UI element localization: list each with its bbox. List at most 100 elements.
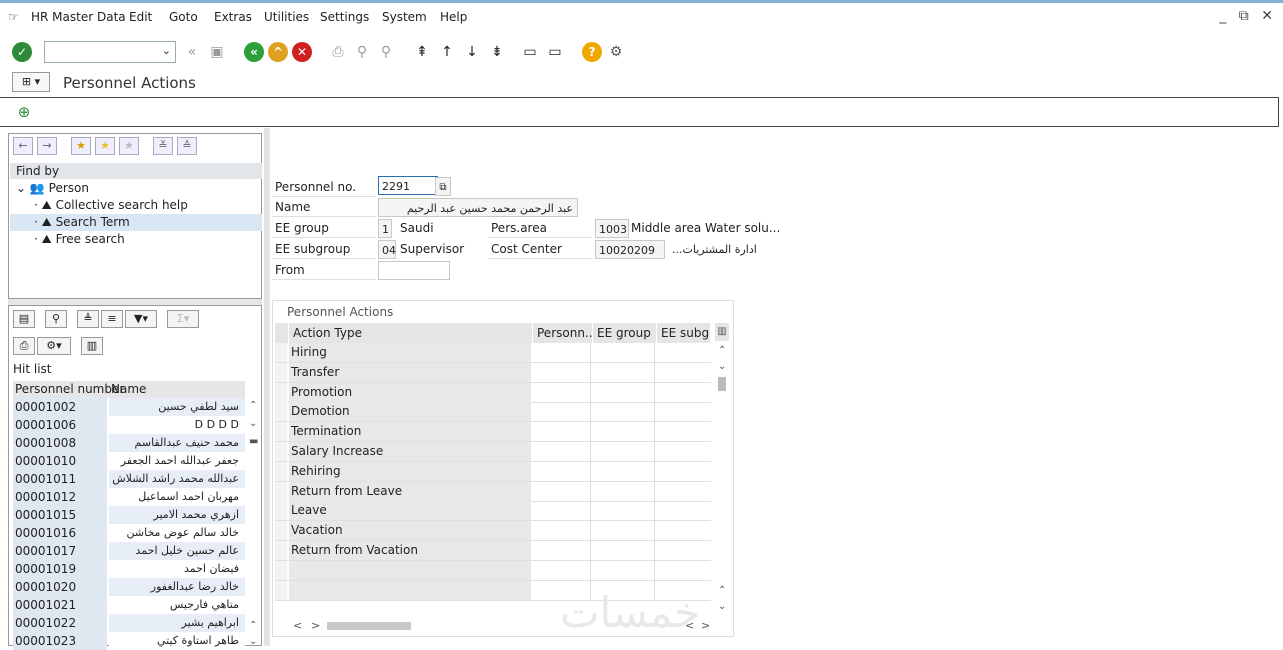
hit-list-scrollbar[interactable]: ⌃ ⌄ ▬ ⌃ ⌄ [247,398,261,648]
hit-list-row[interactable]: 00001017 عالم حسين خليل احمد [13,542,245,560]
hit-list-row[interactable]: 00001010 جعفر عبدالله احمد الجعفر [13,452,245,470]
personnel-no-input[interactable]: 2291 [378,176,438,195]
action-row[interactable]: Rehiring [275,461,711,482]
find-next-icon[interactable]: ⚲ [376,42,396,62]
ee-subgroup-cell[interactable] [657,482,711,501]
menu-help[interactable]: Help [440,10,467,24]
hit-list-row[interactable]: 00001011 عبدالله محمد راشد الشلاش [13,470,245,488]
action-row[interactable]: Hiring [275,343,711,363]
ee-subgroup-cell[interactable] [657,402,711,421]
personnel-cell[interactable] [533,461,591,481]
column-ee-subgroup[interactable]: EE subg... [657,323,711,343]
column-name[interactable]: Name [111,381,146,398]
personnel-cell[interactable] [533,521,591,541]
action-row[interactable]: Demotion [275,402,711,423]
personnel-cell[interactable] [533,560,591,580]
menu-hr-master-data[interactable]: HR Master Data [31,10,126,24]
gear-icon[interactable]: ⚙ [606,42,626,62]
column-personnel-number[interactable]: Personnel number [15,381,124,398]
hit-list-row[interactable]: 00001022 ابراهيم بشير [13,614,245,632]
tree-item-free-search[interactable]: · ⛰ Free search [10,231,262,248]
ee-group-cell[interactable] [593,382,655,402]
ee-subgroup-cell[interactable] [657,521,711,540]
hit-list-row[interactable]: 00001008 محمد حنيف عبدالقاسم [13,434,245,452]
scroll-right-icon[interactable]: > [311,619,320,632]
value-help-icon[interactable]: ⧉ [435,177,451,196]
row-selector[interactable] [275,560,287,580]
menu-system[interactable]: System [382,10,427,24]
row-selector[interactable] [275,521,287,541]
double-left-icon[interactable]: « [182,42,202,62]
hit-list-row[interactable]: 00001006 D D D D [13,416,245,434]
row-selector-header[interactable] [275,323,289,343]
find-icon[interactable]: ⚲ [45,310,67,328]
action-row[interactable] [275,560,711,581]
favorite-edit-icon[interactable]: ★ [119,137,139,155]
ee-subgroup-cell[interactable] [657,343,711,362]
sum-icon[interactable]: Σ▾ [167,310,199,328]
layout-icon[interactable]: ▥ [81,337,103,355]
ee-subgroup-cell[interactable] [657,501,711,520]
column-settings-icon[interactable]: ▥ [715,323,729,341]
favorite-icon[interactable]: ★ [95,137,115,155]
command-field[interactable]: ⌄ [44,41,176,63]
hit-list-row[interactable]: 00001016 خالد سالم عوض مخاشن [13,524,245,542]
save-icon[interactable]: ▣ [207,42,227,62]
ee-group-cell[interactable] [593,521,655,541]
row-selector[interactable] [275,362,287,382]
ee-group-cell[interactable] [593,541,655,560]
hit-list-row[interactable]: 00001023 طاهر استاوة كيتي [13,632,245,650]
personnel-cell[interactable] [533,402,591,422]
menu-settings[interactable]: Settings [320,10,369,24]
sort-ascending-icon[interactable]: ≜ [77,310,99,328]
personnel-cell[interactable] [533,442,591,461]
action-row[interactable]: Salary Increase [275,442,711,462]
personnel-cell[interactable] [533,382,591,402]
ee-group-cell[interactable] [593,461,655,481]
scroll-down-icon[interactable]: ⌄ [249,636,257,647]
cancel-icon[interactable]: ✕ [292,42,312,62]
scroll-up-icon[interactable]: ⌃ [249,400,257,411]
window-controls[interactable]: _ ⧉ ✕ [1219,8,1277,24]
enter-check-icon[interactable]: ✓ [12,42,32,62]
previous-page-icon[interactable]: ↑ [437,42,457,62]
shortcut-icon[interactable]: ▭ [545,42,565,62]
tree-node-person[interactable]: ⌄ 👥 Person [10,180,262,197]
column-personnel[interactable]: Personn... [533,323,593,343]
menu-goto[interactable]: Goto [169,10,198,24]
scroll-up-icon[interactable]: ⌃ [718,585,726,596]
scroll-thumb[interactable] [718,377,726,391]
scroll-left-icon[interactable]: < [293,619,302,632]
filter-icon[interactable]: ▼▾ [125,310,157,328]
ee-subgroup-cell[interactable] [657,462,711,481]
create-session-icon[interactable]: ▭ [520,42,540,62]
row-selector[interactable] [275,382,287,402]
ee-subgroup-cell[interactable] [657,383,711,402]
collapse-icon[interactable]: ≚ [153,137,173,155]
ee-group-cell[interactable] [593,560,655,580]
column-ee-group[interactable]: EE group [593,323,657,343]
action-row[interactable]: Return from Vacation [275,541,711,561]
action-row[interactable]: Return from Leave [275,481,711,502]
action-row[interactable]: Leave [275,501,711,522]
find-icon[interactable]: ⚲ [352,42,372,62]
actions-scrollbar[interactable]: ▥ ⌃ ⌄ ⌃ ⌄ [715,323,729,613]
personnel-cell[interactable] [533,541,591,560]
hit-list-row[interactable]: 00001021 متاهي فارجيس [13,596,245,614]
action-row[interactable]: Termination [275,422,711,443]
ee-subgroup-cell[interactable] [657,541,711,560]
row-selector[interactable] [275,501,287,521]
scroll-thumb[interactable] [327,622,411,630]
menu-extras[interactable]: Extras [214,10,252,24]
ee-group-cell[interactable] [593,343,655,362]
personnel-cell[interactable] [533,501,591,521]
scroll-right-icon[interactable]: > [701,619,710,632]
row-selector[interactable] [275,481,287,501]
tree-item-collective-search[interactable]: · ⛰ Collective search help [10,197,262,214]
details-icon[interactable]: ▤ [13,310,35,328]
action-row[interactable]: Transfer [275,362,711,383]
row-selector[interactable] [275,541,287,560]
ee-group-cell[interactable] [593,422,655,442]
hit-list-row[interactable]: 00001020 خالد رضا عبدالغفور [13,578,245,596]
hit-list-row[interactable]: 00001012 مهربان احمد اسماعيل [13,488,245,506]
